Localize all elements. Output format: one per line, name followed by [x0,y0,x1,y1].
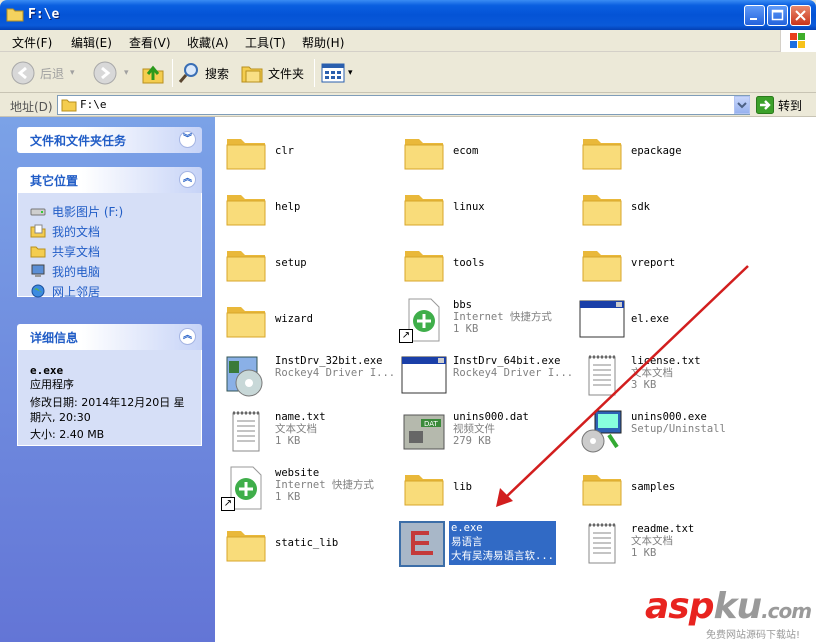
annotation-arrow [496,265,749,507]
watermark-subtitle: 免费网站源码下载站! [706,630,801,641]
watermark-logo: aspku.com [645,586,812,627]
